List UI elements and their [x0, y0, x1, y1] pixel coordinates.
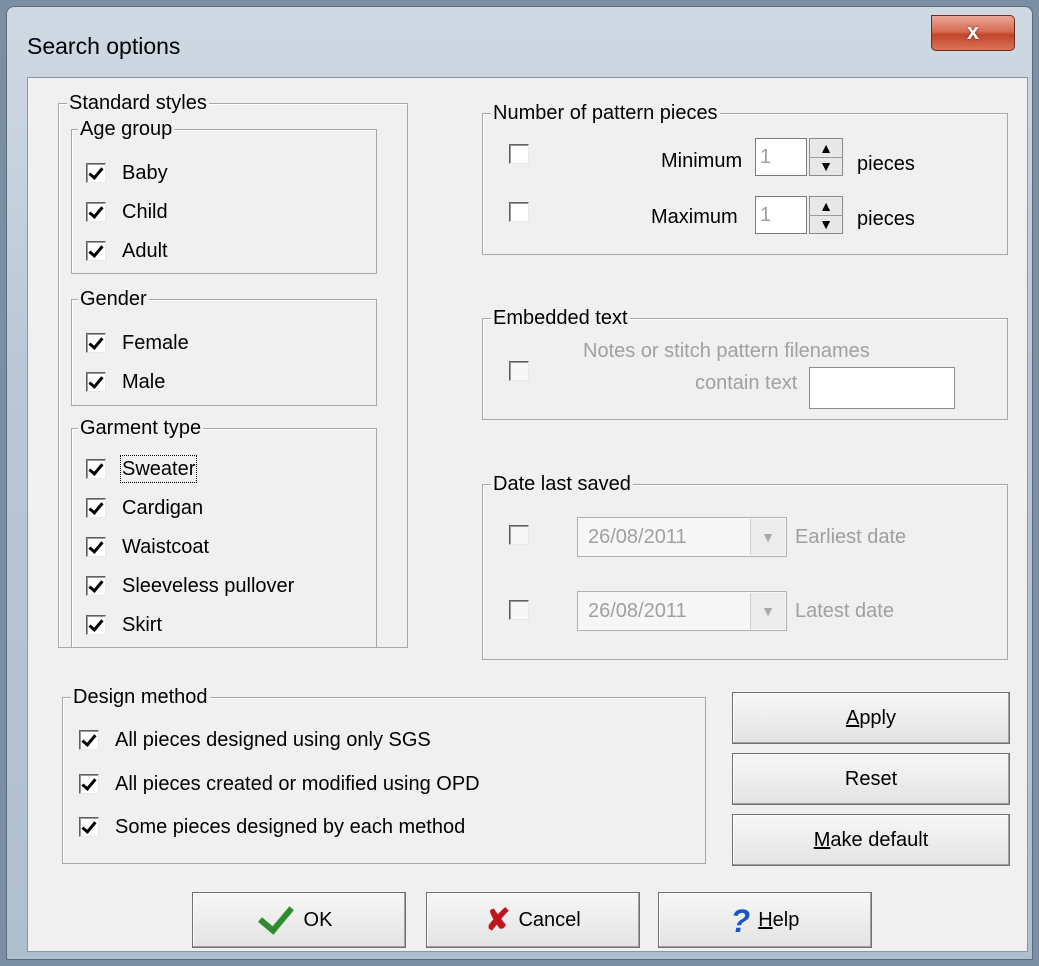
spin-down-icon[interactable]: ▼ — [810, 157, 842, 175]
opd-label: All pieces created or modified using OPD — [115, 773, 480, 795]
mixed-method-checkbox[interactable] — [79, 817, 99, 837]
embedded-text-checkbox[interactable] — [509, 361, 529, 381]
cardigan-label: Cardigan — [122, 497, 204, 519]
adult-checkbox[interactable] — [86, 241, 106, 261]
maximum-unit: pieces — [857, 208, 915, 230]
date-last-saved-legend: Date last saved — [491, 473, 633, 495]
ok-label: OK — [303, 909, 333, 931]
cancel-label: Cancel — [518, 909, 581, 931]
minimum-spinner[interactable]: ▲ ▼ — [809, 138, 843, 176]
close-icon: x — [966, 19, 980, 44]
close-button[interactable]: x — [931, 15, 1015, 51]
earliest-date-dropdown[interactable]: 26/08/2011 ▼ — [577, 517, 787, 557]
chevron-down-icon[interactable]: ▼ — [750, 593, 785, 629]
help-mnemonic: H — [758, 909, 773, 931]
spin-up-icon[interactable]: ▲ — [810, 197, 842, 216]
latest-date-label: Latest date — [795, 600, 894, 622]
maximum-input[interactable]: 1 — [755, 196, 807, 234]
embedded-text-legend: Embedded text — [491, 307, 630, 329]
female-checkbox[interactable] — [86, 333, 106, 353]
question-icon: ? — [730, 903, 751, 939]
latest-date-checkbox[interactable] — [509, 600, 529, 620]
dialog-client-area: Standard styles Age group Baby Child Adu… — [27, 77, 1028, 952]
chevron-down-icon[interactable]: ▼ — [750, 519, 785, 555]
embedded-text-description: Notes or stitch pattern filenames — [583, 340, 870, 362]
male-label: Male — [122, 371, 166, 393]
skirt-checkbox[interactable] — [86, 615, 106, 635]
sgs-only-checkbox[interactable] — [79, 730, 99, 750]
reset-button[interactable]: Reset — [732, 753, 1010, 805]
embedded-text-group: Embedded text Notes or stitch pattern fi… — [482, 307, 1008, 420]
dialog-window: Search options x Standard styles Age gro… — [6, 6, 1033, 960]
age-group-legend: Age group — [78, 118, 175, 140]
design-method-group: Design method All pieces designed using … — [62, 686, 706, 864]
child-label: Child — [122, 201, 168, 223]
reset-label: Reset — [844, 768, 898, 790]
child-checkbox[interactable] — [86, 202, 106, 222]
sleeveless-pullover-checkbox[interactable] — [86, 576, 106, 596]
sweater-checkbox[interactable] — [86, 459, 106, 479]
sleeveless-pullover-label: Sleeveless pullover — [122, 575, 295, 597]
female-label: Female — [122, 332, 189, 354]
help-button[interactable]: ? Help — [658, 892, 872, 948]
waistcoat-checkbox[interactable] — [86, 537, 106, 557]
cardigan-checkbox[interactable] — [86, 498, 106, 518]
minimum-input[interactable]: 1 — [755, 138, 807, 176]
make-default-mnemonic: M — [813, 829, 831, 851]
baby-checkbox[interactable] — [86, 163, 106, 183]
sweater-label: Sweater — [119, 455, 198, 483]
apply-button[interactable]: Apply — [732, 692, 1010, 744]
male-checkbox[interactable] — [86, 372, 106, 392]
minimum-unit: pieces — [857, 153, 915, 175]
age-group-group: Age group Baby Child Adult — [71, 118, 377, 274]
spin-up-icon[interactable]: ▲ — [810, 139, 842, 158]
latest-date-dropdown[interactable]: 26/08/2011 ▼ — [577, 591, 787, 631]
waistcoat-label: Waistcoat — [122, 536, 210, 558]
earliest-date-checkbox[interactable] — [509, 525, 529, 545]
standard-styles-legend: Standard styles — [67, 92, 209, 114]
garment-type-group: Garment type Sweater Cardigan Waistcoat … — [71, 417, 377, 648]
gender-group: Gender Female Male — [71, 288, 377, 406]
x-icon: ✘ — [485, 904, 511, 937]
skirt-label: Skirt — [122, 614, 162, 636]
earliest-date-label: Earliest date — [795, 526, 907, 548]
cancel-button[interactable]: ✘ Cancel — [426, 892, 640, 948]
design-method-legend: Design method — [71, 686, 210, 708]
maximum-label: Maximum — [651, 206, 738, 228]
pattern-pieces-legend: Number of pattern pieces — [491, 102, 720, 124]
latest-date-value: 26/08/2011 — [588, 600, 687, 622]
baby-label: Baby — [122, 162, 168, 184]
embedded-text-input[interactable] — [809, 367, 955, 409]
standard-styles-group: Standard styles Age group Baby Child Adu… — [58, 92, 408, 648]
adult-label: Adult — [122, 240, 168, 262]
gender-legend: Gender — [78, 288, 149, 310]
date-last-saved-group: Date last saved 26/08/2011 ▼ Earliest da… — [482, 473, 1008, 660]
ok-button[interactable]: OK — [192, 892, 406, 948]
earliest-date-value: 26/08/2011 — [588, 526, 687, 548]
pattern-pieces-group: Number of pattern pieces Minimum 1 ▲ ▼ p… — [482, 102, 1008, 255]
maximum-checkbox[interactable] — [509, 202, 529, 222]
apply-label: pply — [859, 707, 897, 729]
help-label: elp — [772, 909, 800, 931]
make-default-label: ake default — [830, 829, 929, 851]
spin-down-icon[interactable]: ▼ — [810, 215, 842, 233]
opd-checkbox[interactable] — [79, 774, 99, 794]
embedded-text-contain-label: contain text — [695, 372, 798, 394]
minimum-label: Minimum — [661, 150, 743, 172]
garment-type-legend: Garment type — [78, 417, 204, 439]
mixed-method-label: Some pieces designed by each method — [115, 816, 466, 838]
sgs-only-label: All pieces designed using only SGS — [115, 729, 431, 751]
maximum-spinner[interactable]: ▲ ▼ — [809, 196, 843, 234]
window-title: Search options — [27, 33, 181, 59]
minimum-checkbox[interactable] — [509, 144, 529, 164]
make-default-button[interactable]: Make default — [732, 814, 1010, 866]
apply-mnemonic: A — [845, 707, 860, 729]
checkmark-icon — [257, 897, 294, 935]
